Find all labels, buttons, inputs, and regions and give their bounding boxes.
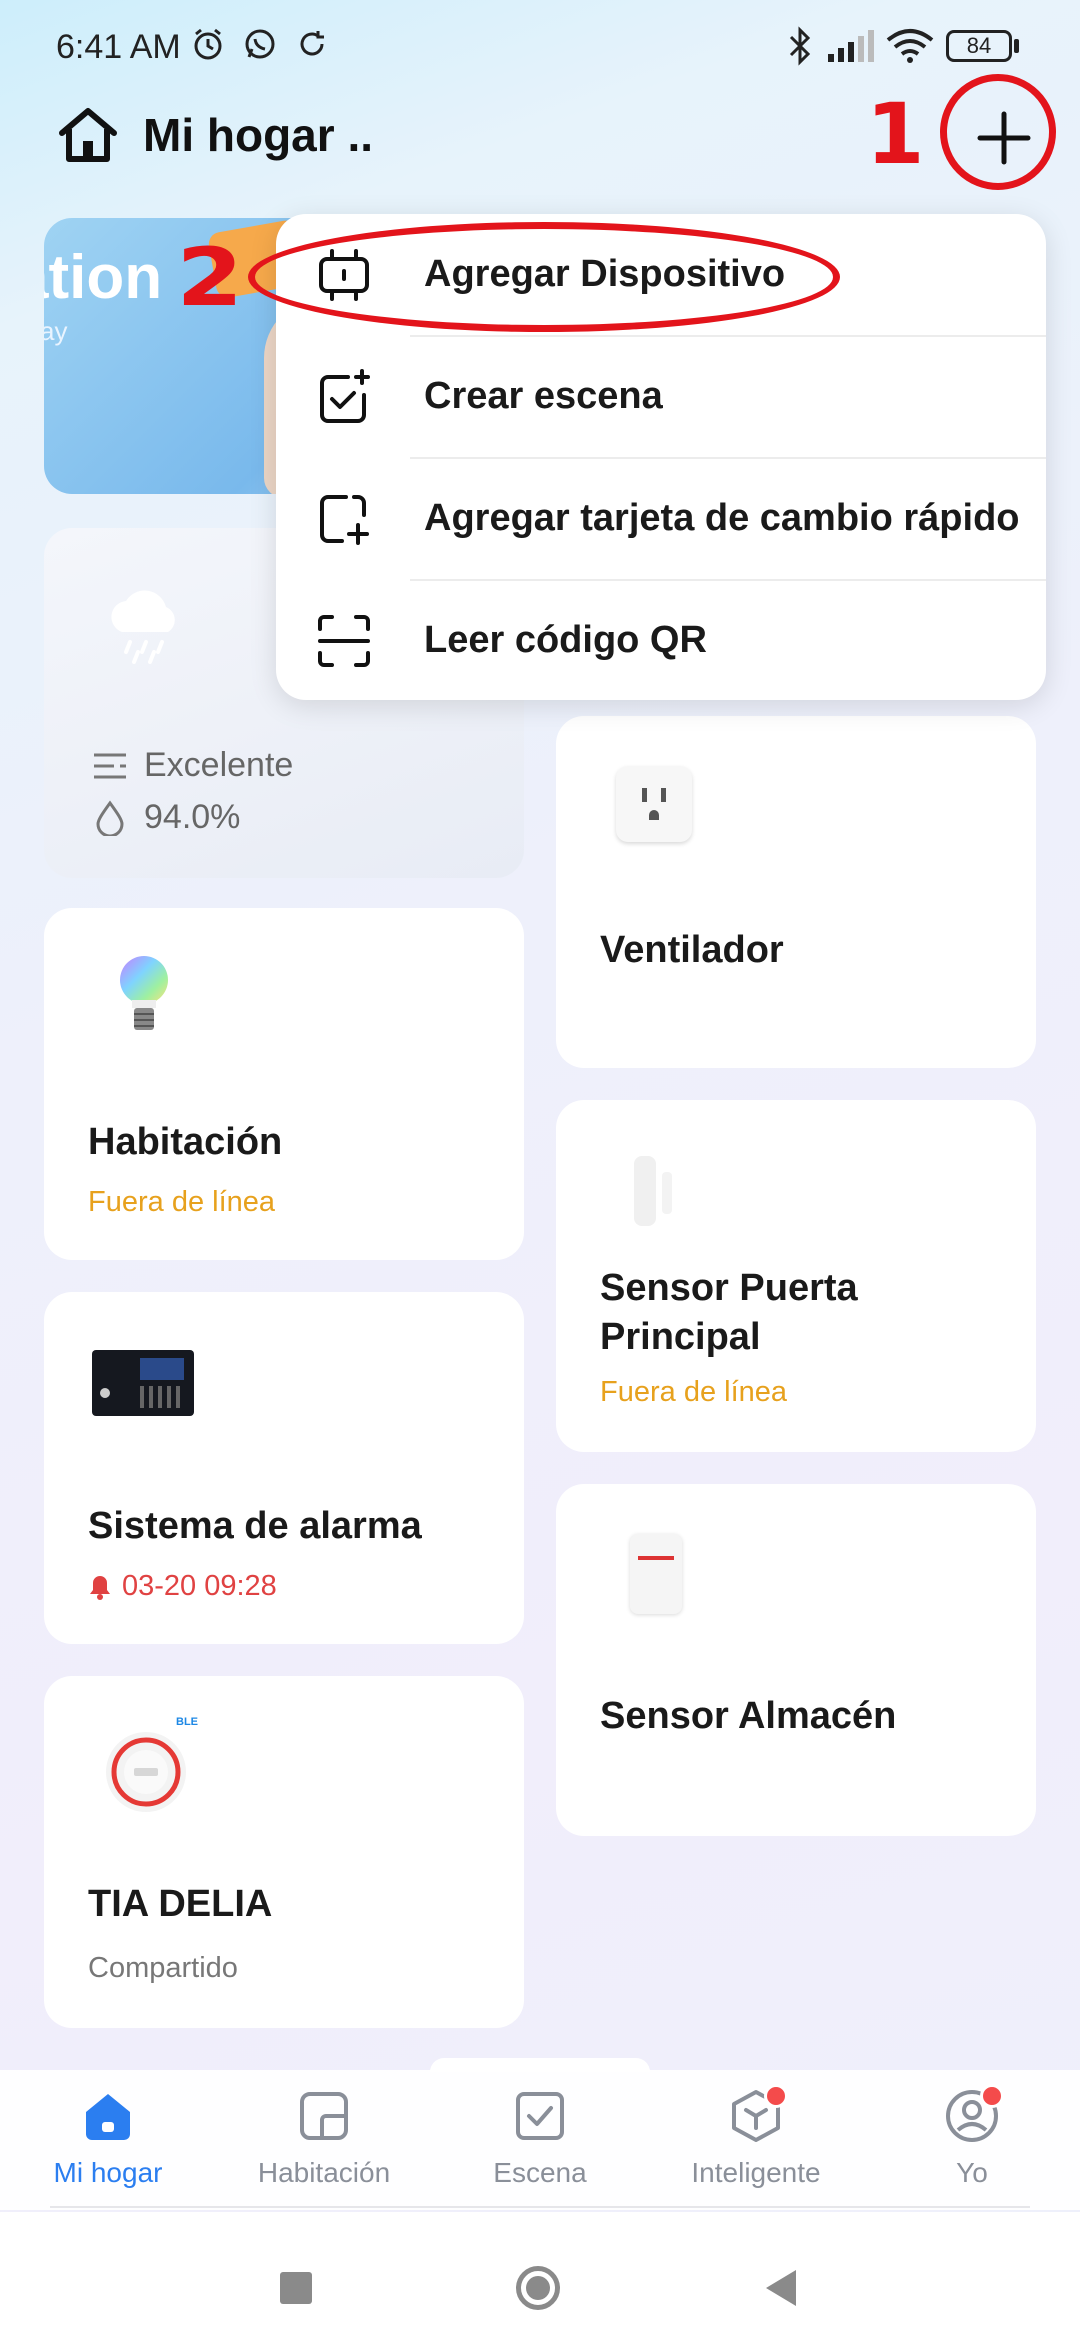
- device-name: Sistema de alarma: [88, 1505, 422, 1547]
- device-name: Ventilador: [600, 929, 784, 971]
- device-status: Fuera de línea: [88, 1186, 276, 1218]
- add-button[interactable]: [958, 100, 1050, 176]
- device-status: Compartido: [88, 1952, 238, 1984]
- sync-icon: [300, 31, 324, 56]
- add-card-icon: [320, 494, 369, 545]
- device-status: Fuera de línea: [600, 1376, 788, 1408]
- bell-icon: [90, 1575, 110, 1600]
- annotation-ellipse: [248, 222, 840, 332]
- air-quality-icon: [94, 753, 126, 778]
- device-card-sensor-puerta[interactable]: Sensor Puerta Principal Fuera de línea: [556, 1100, 1036, 1452]
- alarm-panel-icon: [92, 1350, 194, 1416]
- menu-item-create-scene[interactable]: Crear escena: [276, 336, 1046, 457]
- alarm-clock-icon: [194, 28, 222, 60]
- battery-level: 84: [966, 33, 992, 58]
- air-quality-row: Excelente: [92, 746, 293, 785]
- menu-item-label: Leer código QR: [424, 619, 707, 661]
- system-navigation-bar: [0, 2212, 1080, 2340]
- status-time: 6:41 AM: [56, 28, 181, 66]
- humidity-value: 94.0%: [144, 798, 241, 836]
- banner-title: ation: [44, 243, 163, 312]
- menu-item-label: Agregar tarjeta de cambio rápido: [424, 497, 1020, 539]
- door-sensor-icon: [634, 1156, 656, 1226]
- door-sensor-magnet: [662, 1172, 672, 1214]
- nav-tab-habitacion[interactable]: Habitación: [224, 2088, 424, 2189]
- qr-scan-icon: [318, 614, 370, 667]
- nav-label: Escena: [493, 2157, 587, 2188]
- plus-icon: [977, 111, 1031, 165]
- nav-label: Habitación: [257, 2157, 391, 2188]
- create-scene-icon: [320, 368, 370, 423]
- whatsapp-icon: [245, 29, 275, 59]
- peek-card: [430, 2058, 650, 2072]
- signal-icon: [828, 30, 874, 62]
- device-card-sensor-almacen[interactable]: Sensor Almacén: [556, 1484, 1036, 1836]
- device-name: TIA DELIA: [88, 1883, 273, 1925]
- nav-tab-mi-hogar[interactable]: Mi hogar: [8, 2088, 208, 2189]
- ble-badge: BLE: [176, 1716, 198, 1728]
- battery-indicator: 84: [946, 30, 1012, 62]
- air-quality-value: Excelente: [144, 746, 294, 784]
- nav-label: Yo: [956, 2157, 988, 2188]
- annotation-number-1: 1: [866, 85, 925, 183]
- nav-label: Mi hogar: [53, 2157, 163, 2188]
- back-button[interactable]: [762, 2268, 800, 2308]
- scene-tab-icon: [516, 2092, 564, 2140]
- menu-item-scan-qr[interactable]: Leer código QR: [276, 580, 1046, 701]
- device-card-ventilador[interactable]: Ventilador: [556, 716, 1036, 1068]
- home-selector[interactable]: Mi hogar ..: [143, 108, 373, 162]
- menu-item-add-quick-card[interactable]: Agregar tarjeta de cambio rápido: [276, 458, 1046, 579]
- device-name: Sensor Almacén: [600, 1695, 897, 1737]
- alarm-event: 03-20 09:28: [88, 1570, 277, 1603]
- smart-plug-icon: [616, 766, 692, 842]
- home-tab-icon: [86, 2094, 130, 2140]
- banner-subtitle: ay: [44, 316, 68, 346]
- smoke-detector-icon: [106, 1732, 186, 1812]
- notification-dot: [764, 2084, 788, 2108]
- home-system-button[interactable]: [516, 2266, 560, 2310]
- battery-tip: [1014, 39, 1019, 53]
- device-card-habitacion[interactable]: Habitación Fuera de línea: [44, 908, 524, 1260]
- device-card-alarma[interactable]: Sistema de alarma 03-20 09:28: [44, 1292, 524, 1644]
- device-name: Sensor Puerta Principal: [600, 1267, 858, 1359]
- notification-dot: [980, 2084, 1004, 2108]
- nav-label: Inteligente: [691, 2157, 821, 2188]
- nav-tab-escena[interactable]: Escena: [440, 2088, 640, 2189]
- menu-item-label: Crear escena: [424, 375, 663, 417]
- device-name: Habitación: [88, 1121, 283, 1163]
- motion-sensor-icon: [630, 1534, 682, 1614]
- nav-divider: [50, 2206, 1030, 2208]
- status-bar: 6:41 AM 84: [0, 0, 1080, 90]
- home-icon[interactable]: [56, 103, 120, 167]
- wifi-icon: [886, 29, 934, 63]
- rain-cloud-icon: [111, 590, 175, 664]
- annotation-number-2: 2: [176, 231, 244, 324]
- bluetooth-icon: [789, 26, 811, 66]
- humidity-row: 94.0%: [92, 798, 240, 837]
- room-tab-icon: [300, 2092, 348, 2140]
- smart-bulb-icon: [120, 956, 168, 1030]
- device-card-tia-delia[interactable]: BLE TIA DELIA Compartido: [44, 1676, 524, 2028]
- nav-tab-yo[interactable]: Yo: [872, 2088, 1072, 2189]
- alarm-timestamp: 03-20 09:28: [122, 1570, 277, 1602]
- nav-tab-inteligente[interactable]: Inteligente: [656, 2088, 856, 2189]
- recent-apps-button[interactable]: [280, 2272, 312, 2304]
- humidity-drop-icon: [96, 799, 124, 836]
